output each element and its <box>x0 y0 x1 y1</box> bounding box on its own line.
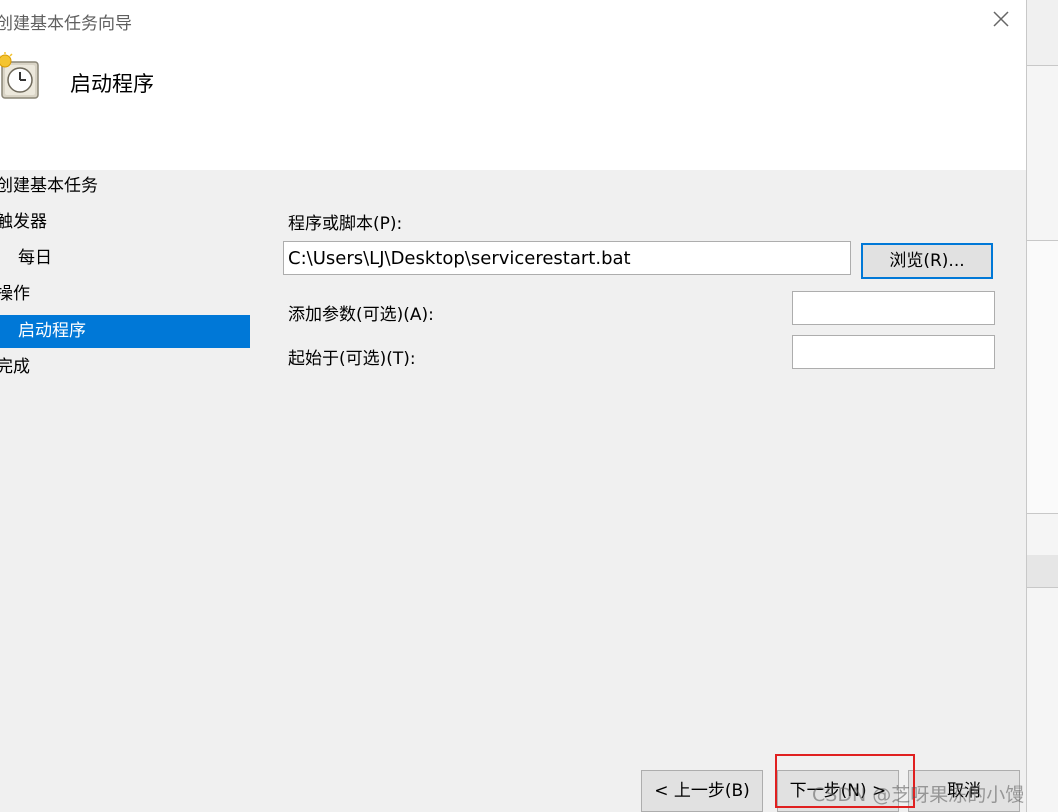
step-create-basic-task[interactable]: 创建基本任务 <box>0 170 250 203</box>
window-title: 创建基本任务向导 <box>0 14 132 34</box>
back-button[interactable]: < 上一步(B) <box>641 770 763 812</box>
arguments-label: 添加参数(可选)(A): <box>288 305 434 325</box>
step-daily[interactable]: 每日 <box>0 242 250 275</box>
step-finish[interactable]: 完成 <box>0 351 250 384</box>
step-action[interactable]: 操作 <box>0 278 250 311</box>
program-label: 程序或脚本(P): <box>288 214 403 234</box>
close-button[interactable] <box>988 6 1014 32</box>
arguments-input[interactable] <box>792 291 995 325</box>
step-start-program[interactable]: 启动程序 <box>0 315 250 348</box>
edge-band-top <box>1027 0 1058 66</box>
watermark: CSDN @芝呀果冻的小馒 <box>812 784 1025 806</box>
program-path-input[interactable] <box>283 241 851 275</box>
page-heading: 启动程序 <box>70 72 154 96</box>
edge-band-middle <box>1027 240 1058 514</box>
browse-button[interactable]: 浏览(R)... <box>861 243 993 279</box>
background-window-edge <box>1026 0 1058 812</box>
wizard-header: 创建基本任务向导 启动程序 <box>0 0 1026 170</box>
close-icon <box>993 11 1009 27</box>
edge-band-lower <box>1027 555 1058 588</box>
wizard-dialog: 创建基本任务向导 启动程序 创建基本任务 触发器 每日 操作 启动程序 完成 程… <box>0 0 1026 812</box>
step-trigger[interactable]: 触发器 <box>0 206 250 239</box>
start-in-input[interactable] <box>792 335 995 369</box>
start-in-label: 起始于(可选)(T): <box>288 349 416 369</box>
clock-task-icon <box>0 52 39 99</box>
